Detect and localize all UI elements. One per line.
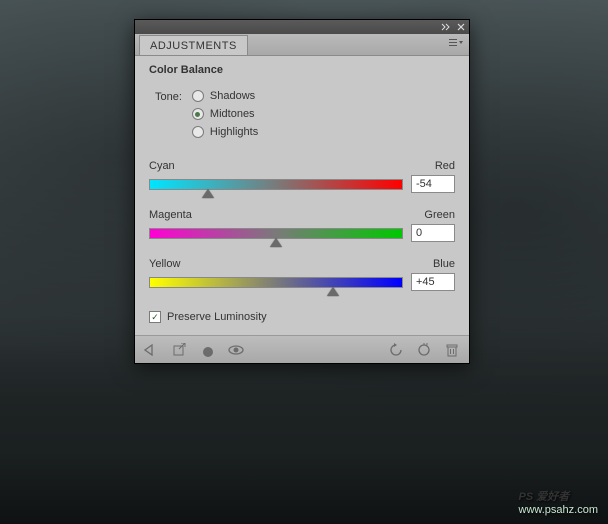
slider-right-label: Red [435, 160, 455, 172]
slider-left-label: Magenta [149, 209, 192, 221]
tab-adjustments[interactable]: ADJUSTMENTS [139, 35, 248, 55]
panel-content: Color Balance Tone: Shadows Midtones Hig… [135, 56, 469, 335]
tone-radio-group: Shadows Midtones Highlights [192, 90, 258, 138]
slider-track-magenta-green[interactable] [149, 228, 403, 239]
preserve-luminosity-checkbox[interactable]: ✓ Preserve Luminosity [149, 311, 455, 323]
radio-indicator [192, 126, 204, 138]
slider-track-yellow-blue[interactable] [149, 277, 403, 288]
watermark: PS 爱好者 www.psahz.com [519, 480, 598, 516]
radio-label: Midtones [210, 108, 255, 120]
radio-indicator [192, 108, 204, 120]
reset-icon[interactable] [415, 341, 433, 359]
radio-label: Shadows [210, 90, 255, 102]
tone-label: Tone: [155, 90, 182, 103]
value-input-yellow-blue[interactable] [411, 273, 455, 291]
checkbox-label: Preserve Luminosity [167, 311, 267, 323]
collapse-icon[interactable] [440, 22, 451, 32]
tone-selector: Tone: Shadows Midtones Highlights [155, 90, 455, 138]
back-arrow-icon[interactable] [143, 341, 161, 359]
background-rocks [0, 344, 608, 524]
watermark-main: PS 爱好者 [519, 491, 570, 503]
visibility-eye-icon[interactable] [227, 341, 245, 359]
slider-left-label: Cyan [149, 160, 175, 172]
trash-icon[interactable] [443, 341, 461, 359]
adjustments-panel: ADJUSTMENTS Color Balance Tone: Shadows … [134, 19, 470, 364]
slider-cyan-red: Cyan Red [149, 160, 455, 193]
slider-track-cyan-red[interactable] [149, 179, 403, 190]
radio-highlights[interactable]: Highlights [192, 126, 258, 138]
slider-thumb[interactable] [270, 238, 282, 247]
tab-label: ADJUSTMENTS [150, 40, 237, 52]
slider-thumb[interactable] [327, 287, 339, 296]
panel-footer [135, 335, 469, 363]
close-icon[interactable] [455, 22, 466, 32]
radio-shadows[interactable]: Shadows [192, 90, 258, 102]
previous-state-icon[interactable] [387, 341, 405, 359]
slider-yellow-blue: Yellow Blue [149, 258, 455, 291]
radio-indicator [192, 90, 204, 102]
panel-titlebar [135, 20, 469, 34]
adjustment-title: Color Balance [149, 64, 455, 76]
expand-view-icon[interactable] [171, 341, 189, 359]
slider-right-label: Blue [433, 258, 455, 270]
watermark-sub: www.psahz.com [519, 504, 598, 516]
slider-magenta-green: Magenta Green [149, 209, 455, 242]
value-input-cyan-red[interactable] [411, 175, 455, 193]
value-input-magenta-green[interactable] [411, 224, 455, 242]
tab-bar: ADJUSTMENTS [135, 34, 469, 56]
radio-label: Highlights [210, 126, 258, 138]
slider-thumb[interactable] [202, 189, 214, 198]
slider-right-label: Green [424, 209, 455, 221]
slider-left-label: Yellow [149, 258, 180, 270]
radio-midtones[interactable]: Midtones [192, 108, 258, 120]
clip-to-layer-icon[interactable] [199, 341, 217, 359]
panel-menu-icon[interactable] [449, 38, 463, 51]
checkbox-indicator: ✓ [149, 311, 161, 323]
